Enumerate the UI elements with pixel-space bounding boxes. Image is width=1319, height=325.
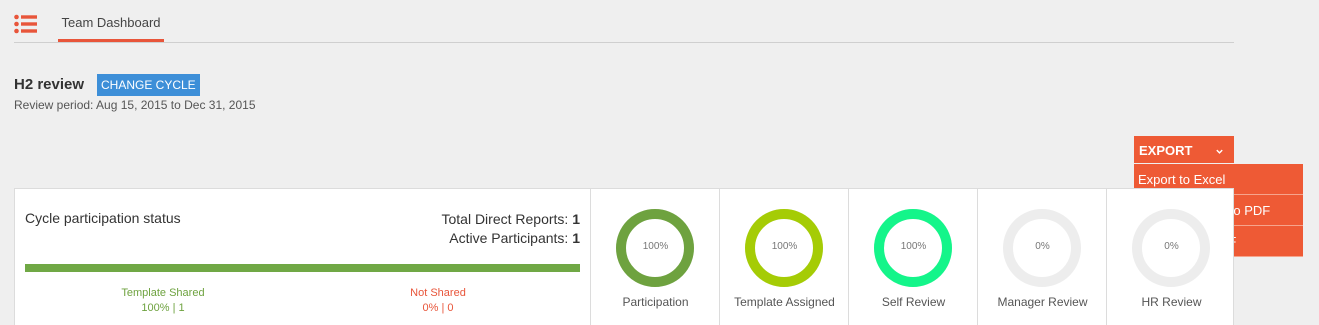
not-shared-value: 0% | 0 bbox=[422, 302, 454, 314]
cycle-title: H2 review bbox=[14, 76, 85, 93]
template-assigned-percent: 100% bbox=[771, 241, 798, 252]
template-shared-progress bbox=[25, 264, 580, 272]
top-nav: Team Dashboard bbox=[14, 0, 1234, 43]
participation-panel: Cycle participation status Total Direct … bbox=[14, 188, 1234, 325]
chevron-down-icon bbox=[1215, 136, 1224, 166]
manager-review-label: Manager Review bbox=[997, 295, 1088, 309]
export-button[interactable]: EXPORT bbox=[1134, 136, 1234, 163]
metric-manager-review: 0% Manager Review bbox=[978, 189, 1107, 325]
active-participants-value: 1 bbox=[572, 230, 580, 246]
metric-template-assigned: 100% Template Assigned bbox=[720, 189, 849, 325]
review-period: Review period: Aug 15, 2015 to Dec 31, 2… bbox=[14, 98, 256, 112]
participation-label: Participation bbox=[622, 295, 689, 309]
direct-reports-value: 1 bbox=[572, 211, 580, 227]
metric-participation: 100% Participation bbox=[591, 189, 720, 325]
template-shared-label: Template Shared bbox=[121, 287, 205, 299]
list-icon[interactable] bbox=[14, 14, 38, 34]
change-cycle-button[interactable]: CHANGE CYCLE bbox=[97, 74, 200, 96]
metric-self-review: 100% Self Review bbox=[849, 189, 978, 325]
active-participants-row: Active Participants: 1 bbox=[441, 229, 580, 248]
self-review-percent: 100% bbox=[900, 241, 927, 252]
export-label: EXPORT bbox=[1139, 143, 1193, 158]
participation-status: Cycle participation status Total Direct … bbox=[15, 189, 591, 325]
totals: Total Direct Reports: 1 Active Participa… bbox=[441, 210, 580, 248]
active-participants-label: Active Participants: bbox=[449, 230, 573, 246]
template-shared-legend: Template Shared 100% | 1 bbox=[83, 286, 243, 316]
self-review-label: Self Review bbox=[881, 295, 946, 309]
status-title: Cycle participation status bbox=[25, 210, 181, 226]
hr-review-percent: 0% bbox=[1164, 241, 1179, 252]
template-assigned-label: Template Assigned bbox=[734, 295, 835, 309]
participation-percent: 100% bbox=[642, 241, 669, 252]
hr-review-label: HR Review bbox=[1141, 295, 1202, 309]
not-shared-label: Not Shared bbox=[410, 287, 466, 299]
not-shared-legend: Not Shared 0% | 0 bbox=[358, 286, 518, 316]
metric-hr-review: 0% HR Review bbox=[1107, 189, 1236, 325]
template-shared-value: 100% | 1 bbox=[141, 302, 185, 314]
direct-reports-row: Total Direct Reports: 1 bbox=[441, 210, 580, 229]
tab-team-dashboard[interactable]: Team Dashboard bbox=[58, 0, 164, 42]
direct-reports-label: Total Direct Reports: bbox=[441, 211, 573, 227]
manager-review-percent: 0% bbox=[1035, 241, 1050, 252]
